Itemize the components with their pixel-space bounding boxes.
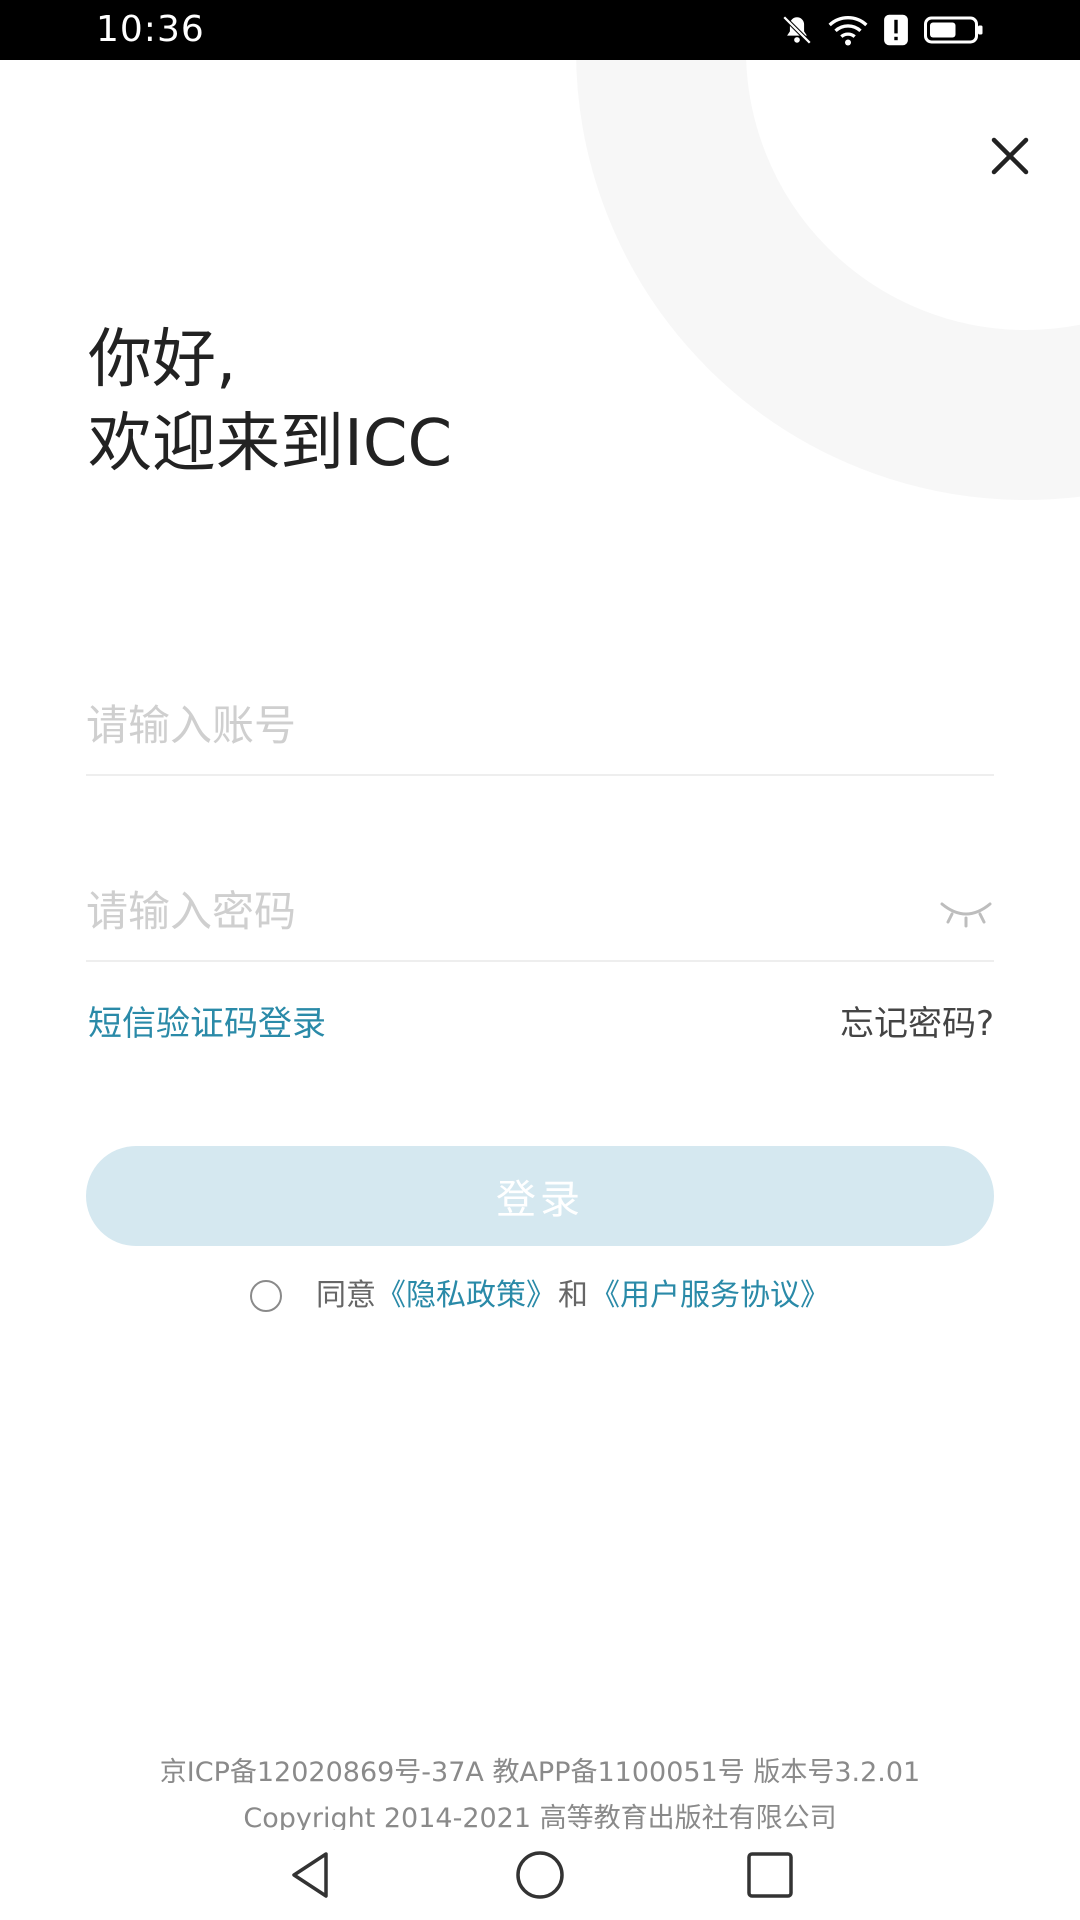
- greeting-line-1: 你好,: [88, 323, 237, 397]
- agree-prefix: 同意: [316, 1278, 376, 1313]
- status-icons: [780, 12, 984, 48]
- battery-icon: [924, 16, 983, 44]
- greeting-title: 你好, 欢迎来到ICC: [88, 318, 452, 486]
- home-icon[interactable]: [510, 1848, 570, 1902]
- login-screen: 10:36 你好, 欢迎来到ICC 请输入账号 短信验证码登录 忘记密码? 登录…: [0, 0, 1080, 1920]
- footer: 京ICP备12020869号-37A 教APP备1100051号 版本号3.2.…: [0, 1750, 1080, 1842]
- close-icon: [991, 137, 1029, 175]
- eye-closed-icon[interactable]: [938, 894, 994, 930]
- agreement-row: 同意 《隐私政策》 和 《用户服务协议》: [0, 1276, 1080, 1316]
- password-field: [86, 862, 994, 962]
- sms-login-link[interactable]: 短信验证码登录: [88, 1002, 326, 1046]
- status-time: 10:36: [96, 9, 205, 50]
- decorative-ring: [576, 0, 1080, 500]
- account-field: [86, 676, 994, 776]
- privacy-policy-link[interactable]: 《隐私政策》: [376, 1276, 556, 1316]
- account-input[interactable]: [86, 685, 906, 765]
- recent-apps-icon[interactable]: [740, 1848, 800, 1902]
- greeting-line-2: 欢迎来到ICC: [88, 407, 453, 481]
- navigation-bar: [0, 1830, 1080, 1920]
- password-input[interactable]: [86, 871, 906, 951]
- agree-and: 和: [558, 1278, 588, 1313]
- login-button[interactable]: 登录: [86, 1146, 994, 1246]
- close-button[interactable]: [980, 126, 1040, 186]
- agree-radio[interactable]: [250, 1280, 282, 1312]
- back-icon[interactable]: [280, 1848, 340, 1902]
- status-bar: 10:36: [0, 0, 1080, 60]
- forgot-password-link[interactable]: 忘记密码?: [840, 1002, 994, 1046]
- bell-off-icon: [782, 15, 812, 45]
- footer-license: 京ICP备12020869号-37A 教APP备1100051号 版本号3.2.…: [159, 1757, 921, 1788]
- alert-icon: [884, 14, 908, 46]
- user-agreement-link[interactable]: 《用户服务协议》: [590, 1276, 830, 1316]
- wifi-icon: [828, 16, 868, 46]
